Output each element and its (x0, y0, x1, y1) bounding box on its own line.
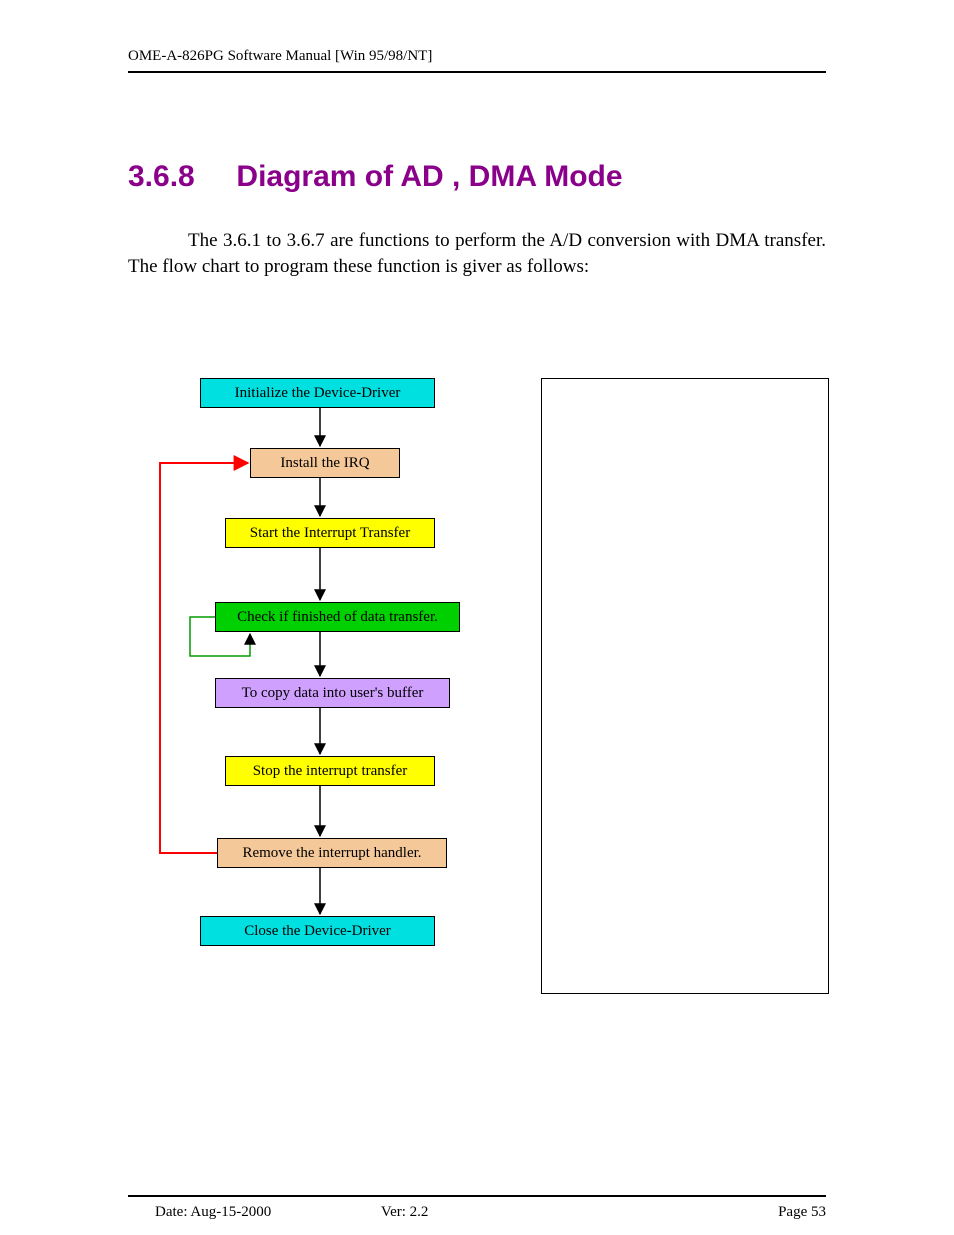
page-header: OME-A-826PG Software Manual [Win 95/98/N… (128, 48, 826, 73)
section-heading: 3.6.8 Diagram of AD , DMA Mode (128, 160, 623, 194)
paragraph-text: The 3.6.1 to 3.6.7 are functions to perf… (128, 230, 826, 277)
arrow-check-selfloop (190, 617, 250, 656)
section-number: 3.6.8 (128, 160, 195, 193)
arrow-remove-loopback (160, 463, 248, 853)
body-paragraph: The 3.6.1 to 3.6.7 are functions to perf… (128, 228, 826, 279)
side-frame (541, 378, 829, 994)
flow-arrows (170, 378, 540, 998)
header-text: OME-A-826PG Software Manual [Win 95/98/N… (128, 48, 432, 64)
footer-page: Page 53 (778, 1204, 826, 1221)
footer-rule (128, 1195, 826, 1197)
section-title: Diagram of AD , DMA Mode (236, 160, 622, 193)
footer-date: Date: Aug-15-2000 (155, 1204, 271, 1221)
page-footer: Date: Aug-15-2000 Ver: 2.2 Page 53 (155, 1204, 826, 1221)
footer-version: Ver: 2.2 (381, 1204, 429, 1221)
